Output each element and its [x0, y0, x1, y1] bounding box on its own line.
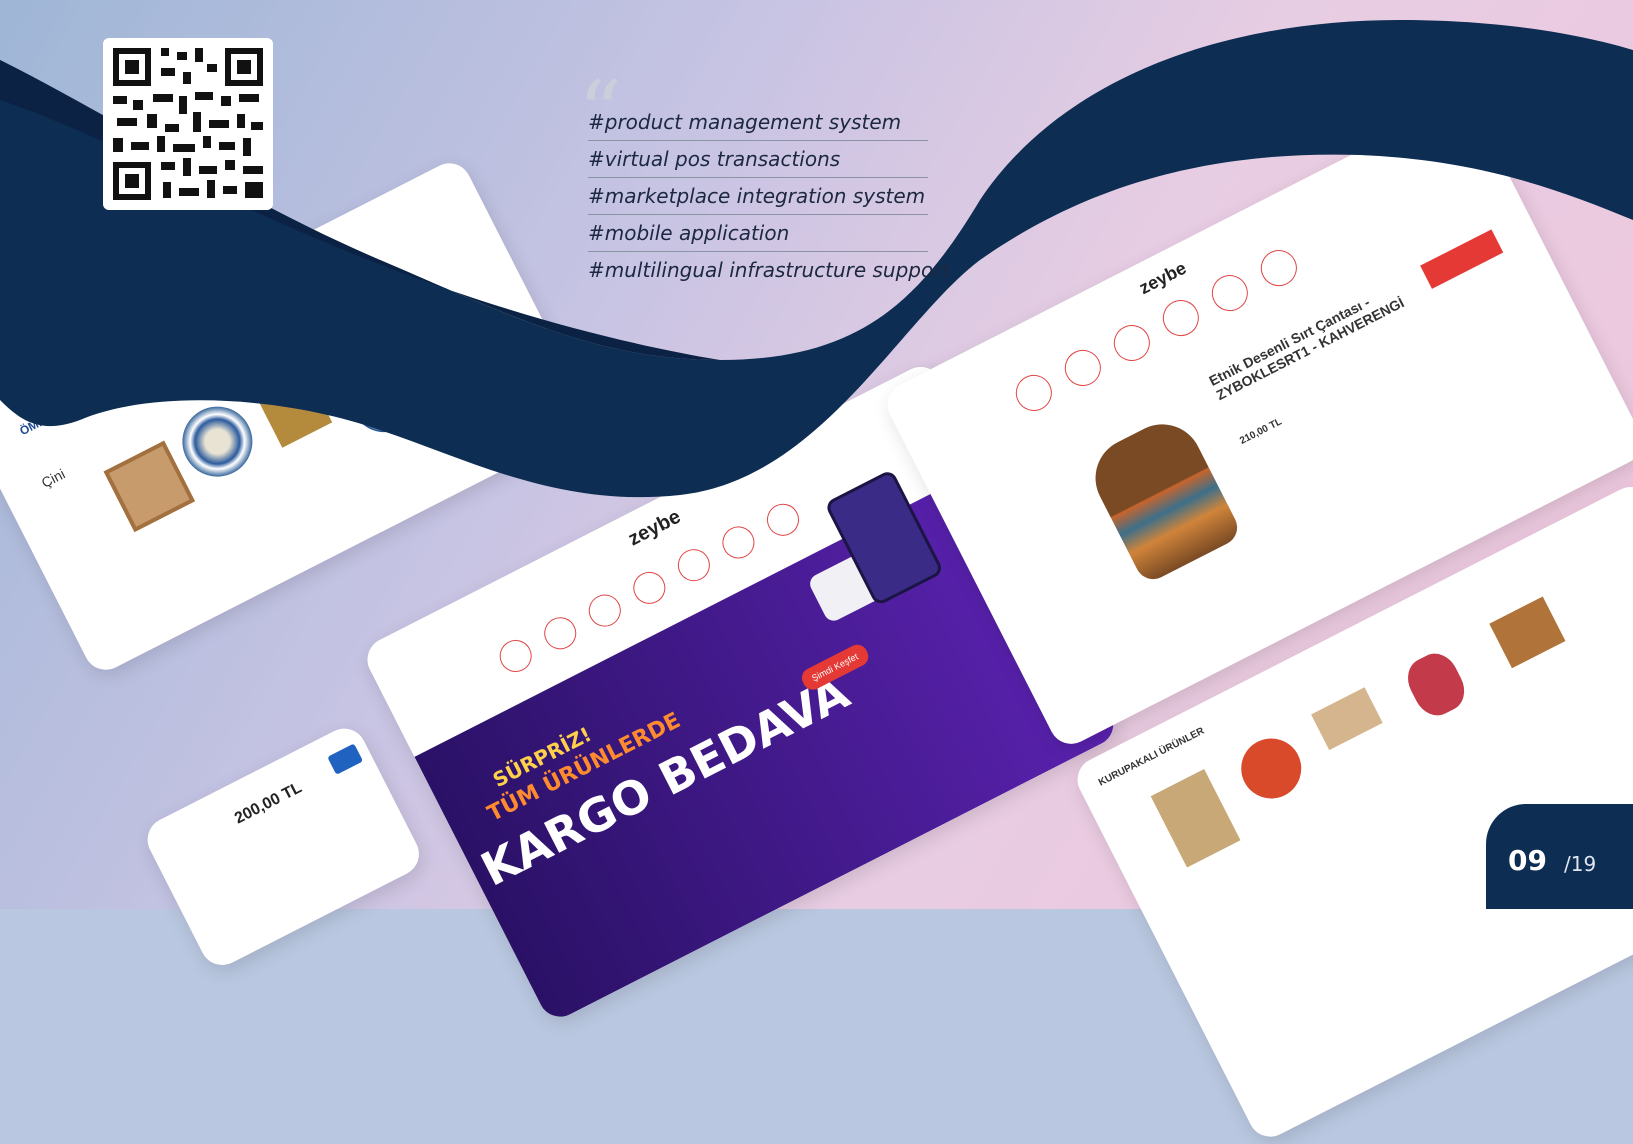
- feature-tag: #virtual pos transactions: [588, 141, 928, 178]
- feature-tag: #marketplace integration system: [588, 178, 928, 215]
- qr-code: [103, 38, 273, 210]
- feature-tag: #mobile application: [588, 215, 928, 252]
- feature-tag-list: #product management system #virtual pos …: [588, 104, 950, 288]
- feature-tag: #product management system: [588, 104, 928, 141]
- page-indicator: 09 /19: [1486, 804, 1633, 909]
- feature-tag: #multilingual infrastructure support: [588, 258, 950, 282]
- page-current: 09: [1508, 844, 1547, 877]
- qr-code-icon: [113, 48, 263, 200]
- page-total: /19: [1564, 852, 1597, 876]
